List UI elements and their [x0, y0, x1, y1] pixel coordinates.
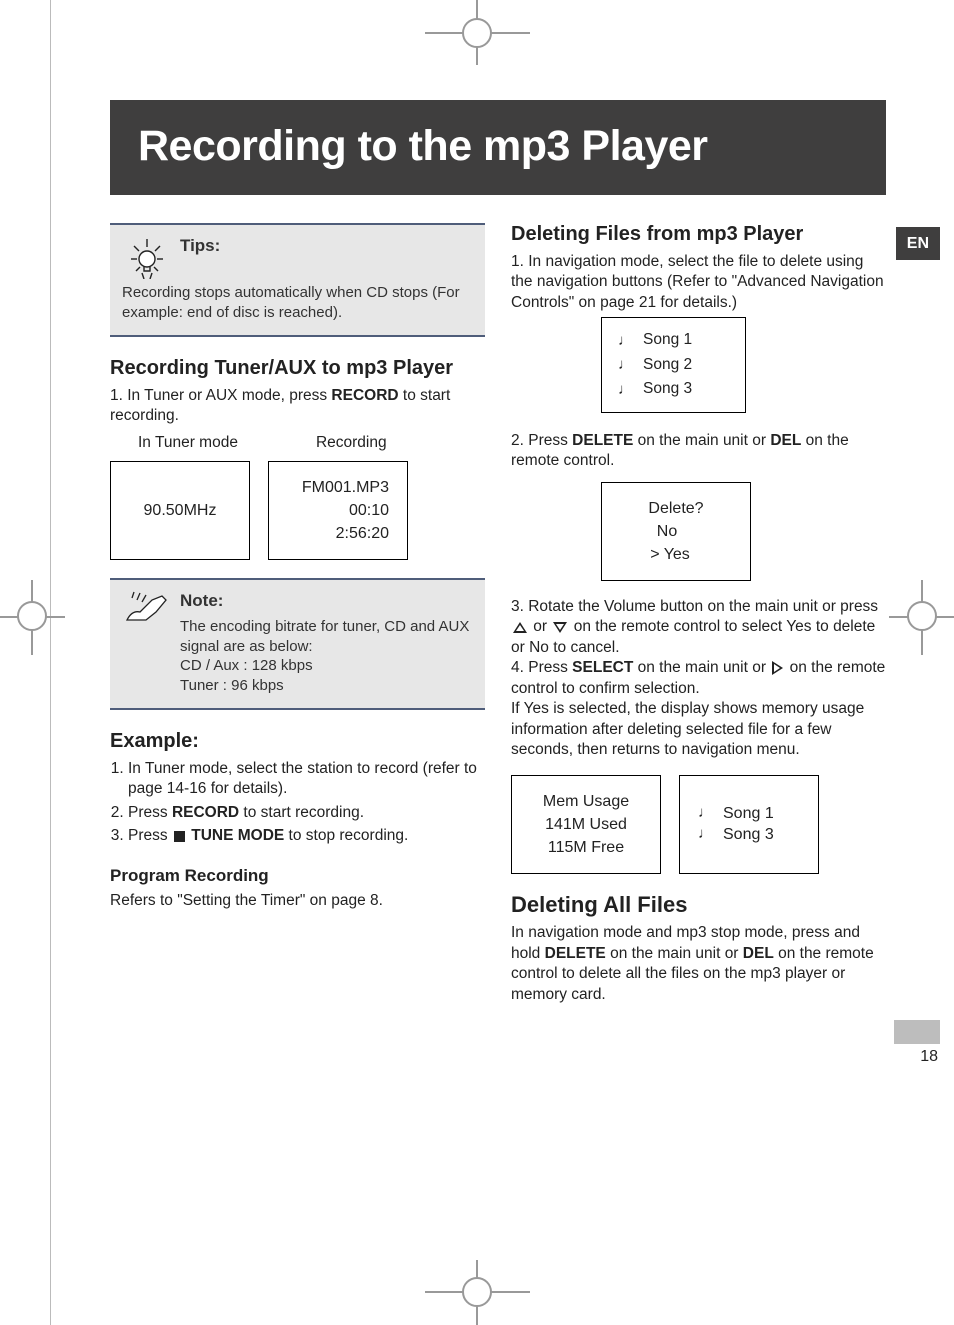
down-arrow-icon — [553, 622, 567, 633]
section-recording-tuner-heading: Recording Tuner/AUX to mp3 Player — [110, 357, 485, 380]
deleting-all-files-heading: Deleting All Files — [511, 892, 886, 917]
del-step-1: 1. In navigation mode, select the file t… — [511, 252, 886, 313]
keyword-record: RECORD — [331, 387, 398, 404]
lcd-song-list-b: ♩ Song 1 ♩ Song 3 — [679, 775, 819, 874]
text: on the main unit or — [606, 945, 743, 962]
note-box: Note: The encoding bitrate for tuner, CD… — [110, 578, 485, 710]
lightbulb-icon — [122, 235, 172, 279]
example-heading: Example: — [110, 730, 485, 753]
program-recording-body: Refers to "Setting the Timer" on page 8. — [110, 891, 485, 911]
label-recording: Recording — [316, 433, 387, 453]
lcd-line: > Yes — [650, 544, 702, 565]
keyword-tune-mode: TUNE MODE — [191, 827, 284, 844]
note-hand-icon — [122, 590, 172, 630]
lcd-line: 115M Free — [548, 837, 624, 858]
del-step-3: 3. Rotate the Volume button on the main … — [511, 597, 886, 658]
note-line: Tuner : 96 kbps — [180, 676, 473, 696]
text: on the main unit or — [633, 432, 770, 449]
deleting-all-files-body: In navigation mode and mp3 stop mode, pr… — [511, 923, 886, 1005]
list-item: ♩ Song 3 — [618, 377, 725, 401]
step-record-1: 1. In Tuner or AUX mode, press RECORD to… — [110, 386, 485, 427]
lcd-line: FM001.MP3 — [302, 477, 389, 498]
del-step-4: 4. Press SELECT on the main unit or on t… — [511, 658, 886, 760]
page-title-bar: Recording to the mp3 Player — [110, 100, 886, 195]
tips-body: Recording stops automatically when CD st… — [122, 283, 473, 323]
music-note-icon: ♩ — [618, 331, 633, 351]
del-step-2: 2. Press DELETE on the main unit or DEL … — [511, 431, 886, 472]
program-recording-heading: Program Recording — [110, 865, 485, 887]
up-arrow-icon — [513, 622, 527, 633]
page-title: Recording to the mp3 Player — [138, 122, 858, 171]
song-label: Song 1 — [723, 803, 774, 824]
page-number-block: 18 — [894, 1020, 940, 1067]
lcd-line: Mem Usage — [543, 791, 629, 812]
text: Press — [128, 804, 172, 821]
page-number: 18 — [894, 1046, 940, 1067]
lcd-song-list-a: ♩ Song 1 ♩ Song 2 ♩ Song 3 — [601, 317, 746, 412]
text: In navigation mode, select the file to d… — [511, 253, 884, 311]
deleting-files-heading: Deleting Files from mp3 Player — [511, 223, 886, 246]
text: Press — [528, 432, 572, 449]
keyword-delete: DELETE — [545, 945, 606, 962]
note-label: Note: — [180, 591, 223, 610]
lcd-line: Delete? — [648, 498, 703, 519]
tips-label: Tips: — [180, 235, 220, 257]
lcd-line: 90.50MHz — [144, 500, 217, 521]
text: If Yes is selected, the display shows me… — [511, 699, 886, 760]
text: Press — [528, 659, 572, 676]
text: to start recording. — [239, 804, 364, 821]
lcd-recording: FM001.MP3 00:10 2:56:20 — [268, 461, 408, 560]
keyword-del: DEL — [770, 432, 801, 449]
music-note-icon: ♩ — [618, 355, 633, 375]
lcd-mem-usage: Mem Usage 141M Used 115M Free — [511, 775, 661, 874]
list-item: ♩ Song 2 — [618, 353, 725, 377]
keyword-select: SELECT — [572, 659, 633, 676]
text: to stop recording. — [284, 827, 408, 844]
music-note-icon: ♩ — [698, 824, 713, 845]
lcd-line: 00:10 — [349, 500, 389, 521]
stop-icon — [174, 831, 185, 842]
left-column: Tips: Recording stops automatically when… — [110, 223, 485, 1005]
right-column: EN Deleting Files from mp3 Player 1. In … — [511, 223, 886, 1005]
note-line: CD / Aux : 128 kbps — [180, 656, 473, 676]
language-tab: EN — [896, 227, 940, 260]
example-step-3: Press TUNE MODE to stop recording. — [128, 826, 485, 846]
song-label: Song 3 — [723, 824, 774, 845]
song-label: Song 2 — [643, 355, 692, 375]
lcd-line: 2:56:20 — [336, 523, 389, 544]
example-step-2: Press RECORD to start recording. — [128, 803, 485, 823]
music-note-icon: ♩ — [618, 380, 633, 400]
keyword-del: DEL — [743, 945, 774, 962]
song-label: Song 1 — [643, 330, 692, 350]
lcd-line: 141M Used — [545, 814, 627, 835]
keyword-record: RECORD — [172, 804, 239, 821]
note-line: The encoding bitrate for tuner, CD and A… — [180, 617, 473, 657]
list-item: ♩ Song 1 — [698, 803, 800, 824]
example-step-1: In Tuner mode, select the station to rec… — [128, 759, 485, 800]
lcd-tuner: 90.50MHz — [110, 461, 250, 560]
text: or — [529, 618, 551, 635]
list-item: ♩ Song 3 — [698, 824, 800, 845]
lcd-line: No — [657, 521, 695, 542]
keyword-delete: DELETE — [572, 432, 633, 449]
play-icon — [772, 661, 783, 675]
label-in-tuner-mode: In Tuner mode — [138, 433, 238, 453]
text: 1. In Tuner or AUX mode, press — [110, 387, 331, 404]
song-label: Song 3 — [643, 379, 692, 399]
text: on the main unit or — [633, 659, 770, 676]
tips-box: Tips: Recording stops automatically when… — [110, 223, 485, 337]
lcd-delete-confirm: Delete? No > Yes — [601, 482, 751, 581]
music-note-icon: ♩ — [698, 803, 713, 824]
text: Rotate the Volume button on the main uni… — [528, 598, 878, 615]
list-item: ♩ Song 1 — [618, 328, 725, 352]
text: Press — [128, 827, 172, 844]
